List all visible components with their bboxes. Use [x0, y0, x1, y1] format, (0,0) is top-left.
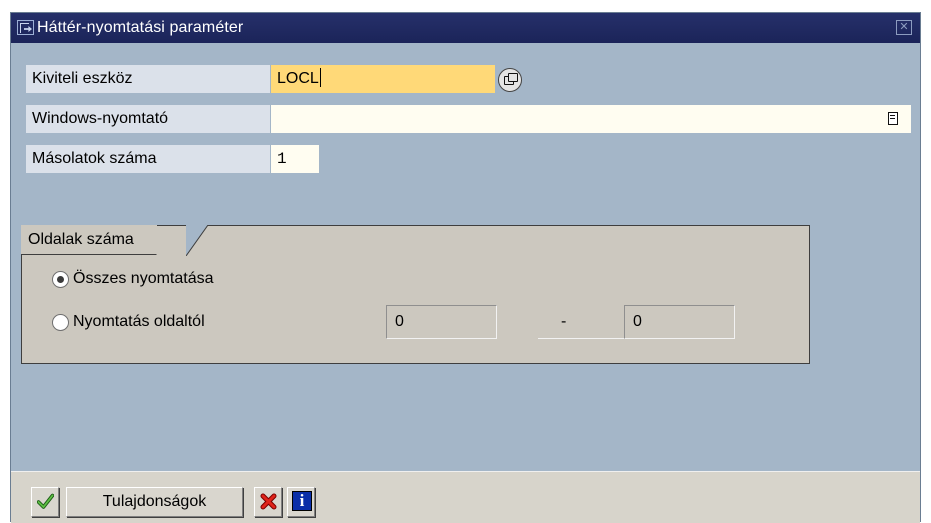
range-separator-underline [538, 338, 624, 339]
text-caret [319, 68, 321, 87]
windows-printer-label: Windows-nyomtató [26, 105, 270, 133]
dialog-title: Háttér-nyomtatási paraméter [37, 19, 244, 36]
info-icon: i [292, 491, 312, 511]
windows-printer-dropdown[interactable] [271, 105, 911, 133]
print-parameters-dialog: Háttér-nyomtatási paraméter ✕ Kiviteli e… [10, 12, 921, 523]
print-all-radio[interactable] [52, 271, 69, 288]
group-tab-corner [186, 225, 208, 256]
cancel-x-icon [260, 493, 277, 510]
pages-group-title: Oldalak száma [21, 225, 157, 255]
output-device-value: LOCL [277, 70, 319, 87]
output-device-input[interactable]: LOCL [271, 65, 495, 93]
copies-input[interactable]: 1 [271, 145, 319, 173]
title-bar: Háttér-nyomtatási paraméter ✕ [11, 13, 920, 43]
output-device-label: Kiviteli eszköz [26, 65, 270, 93]
print-from-label: Nyomtatás oldaltól [73, 313, 205, 330]
pages-group: Oldalak száma Összes nyomtatása Nyomtatá… [21, 225, 810, 364]
value-help-icon[interactable] [498, 68, 522, 92]
copies-label: Másolatok száma [26, 145, 270, 173]
info-button[interactable]: i [287, 487, 315, 517]
close-icon[interactable]: ✕ [896, 20, 912, 35]
print-all-label: Összes nyomtatása [73, 270, 214, 287]
from-page-input[interactable]: 0 [386, 305, 497, 339]
window-menu-icon[interactable] [17, 20, 34, 35]
button-bar: Tulajdonságok i [11, 471, 920, 523]
range-separator: - [561, 313, 567, 330]
confirm-button[interactable] [31, 487, 59, 517]
checkmark-icon [37, 493, 54, 509]
cancel-button[interactable] [254, 487, 282, 517]
to-page-input[interactable]: 0 [624, 305, 735, 339]
dropdown-list-icon[interactable] [888, 112, 898, 125]
properties-button[interactable]: Tulajdonságok [66, 487, 243, 517]
print-from-radio[interactable] [52, 314, 69, 331]
